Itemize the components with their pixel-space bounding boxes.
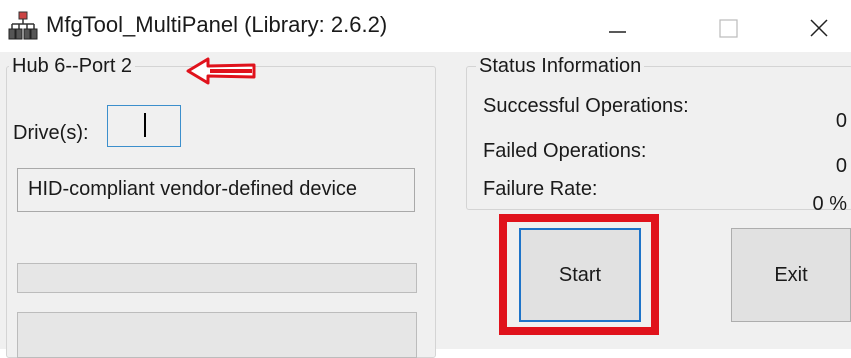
maximize-icon: [719, 19, 738, 38]
successful-operations-label: Successful Operations:: [483, 95, 689, 117]
red-arrow-icon: [186, 57, 256, 85]
device-name-field: HID-compliant vendor-defined device: [17, 168, 415, 212]
status-group-title: Status Information: [476, 55, 645, 78]
window-client-area: Drive(s): HID-compliant vendor-defined d…: [0, 52, 851, 358]
exit-button[interactable]: Exit: [731, 228, 851, 322]
progress-bar-1: [17, 263, 417, 293]
drive-label: Drive(s):: [13, 122, 89, 144]
network-hub-icon: [8, 11, 38, 40]
failed-operations-label: Failed Operations:: [483, 140, 647, 162]
title-bar: MfgTool_MultiPanel (Library: 2.6.2): [0, 0, 851, 52]
port-group-title: Hub 6--Port 2: [9, 55, 136, 78]
successful-operations-value: 0: [835, 110, 847, 132]
drive-field[interactable]: [107, 105, 181, 147]
failed-operations-value: 0: [835, 155, 847, 177]
text-caret: [144, 113, 146, 137]
start-button[interactable]: Start: [519, 228, 641, 322]
close-icon: [810, 19, 828, 37]
failure-rate-label: Failure Rate:: [483, 178, 598, 200]
minimize-icon: [609, 31, 626, 33]
minimize-button[interactable]: [586, 6, 646, 50]
close-button[interactable]: [790, 6, 850, 50]
window-title: MfgTool_MultiPanel (Library: 2.6.2): [46, 12, 388, 37]
port-groupbox: Drive(s): HID-compliant vendor-defined d…: [6, 66, 436, 358]
maximize-button[interactable]: [698, 6, 758, 50]
progress-bar-2: [17, 312, 417, 358]
failure-rate-value: 0 %: [812, 193, 847, 215]
